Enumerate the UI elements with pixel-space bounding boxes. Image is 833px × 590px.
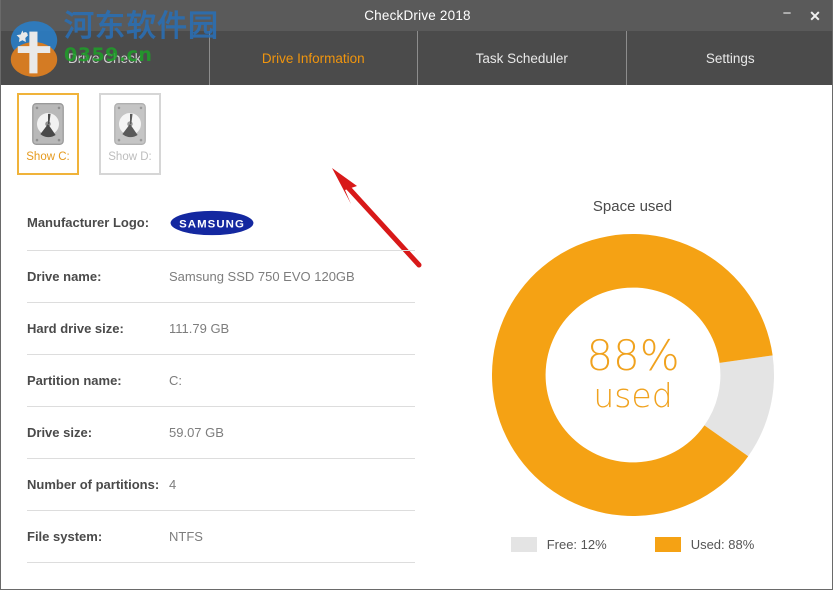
- space-used-chart-panel: Space used 88% used Free: 12% Used: 88%: [433, 85, 832, 589]
- donut-chart-svg: [488, 230, 778, 520]
- info-key: Partition name:: [27, 373, 169, 388]
- info-key: Drive size:: [27, 425, 169, 440]
- drive-button-d[interactable]: Show D:: [99, 93, 161, 175]
- info-value: 111.79 GB: [169, 321, 229, 336]
- tab-task-scheduler[interactable]: Task Scheduler: [418, 31, 627, 85]
- donut-chart: 88% used: [488, 230, 778, 520]
- legend-swatch: [655, 537, 681, 552]
- table-row: File system: NTFS: [27, 511, 415, 563]
- svg-text:SAMSUNG: SAMSUNG: [179, 218, 245, 230]
- legend-label: Used: 88%: [691, 537, 755, 552]
- table-row: Hard drive size: 111.79 GB: [27, 303, 415, 355]
- info-key: File system:: [27, 529, 169, 544]
- table-row: Manufacturer Logo: SAMSUNG: [27, 195, 415, 251]
- title-bar: CheckDrive 2018 − ✕: [1, 0, 833, 31]
- legend-item-used: Used: 88%: [655, 537, 755, 552]
- tab-drive-check[interactable]: Drive Check: [1, 31, 210, 85]
- info-key: Manufacturer Logo:: [27, 215, 169, 230]
- close-button[interactable]: ✕: [802, 4, 828, 28]
- minimize-button[interactable]: −: [774, 4, 800, 28]
- info-key: Drive name:: [27, 269, 169, 284]
- info-value: C:: [169, 373, 182, 388]
- hard-drive-icon: [31, 102, 65, 146]
- tab-bar: Drive Check Drive Information Task Sched…: [1, 31, 833, 85]
- tab-drive-information[interactable]: Drive Information: [210, 31, 419, 85]
- info-value: 4: [169, 477, 176, 492]
- tab-settings[interactable]: Settings: [627, 31, 833, 85]
- chart-title: Space used: [433, 198, 832, 215]
- legend-label: Free: 12%: [547, 537, 607, 552]
- info-value: Samsung SSD 750 EVO 120GB: [169, 269, 355, 284]
- legend-item-free: Free: 12%: [511, 537, 607, 552]
- info-value: 59.07 GB: [169, 425, 224, 440]
- info-key: Number of partitions:: [27, 477, 169, 492]
- drive-button-d-label: Show D:: [108, 151, 151, 163]
- drive-button-c-label: Show C:: [26, 151, 69, 163]
- table-row: Drive name: Samsung SSD 750 EVO 120GB: [27, 251, 415, 303]
- window-title: CheckDrive 2018: [364, 8, 471, 23]
- table-row: Partition name: C:: [27, 355, 415, 407]
- checkdrive-window: CheckDrive 2018 − ✕ Drive Check Drive In…: [0, 0, 833, 590]
- hard-drive-icon: [113, 102, 147, 146]
- info-key: Hard drive size:: [27, 321, 169, 336]
- legend-swatch: [511, 537, 537, 552]
- table-row: Number of partitions: 4: [27, 459, 415, 511]
- drive-button-c[interactable]: Show C:: [17, 93, 79, 175]
- chart-legend: Free: 12% Used: 88%: [433, 537, 832, 552]
- samsung-logo: SAMSUNG: [169, 208, 255, 238]
- drive-selector: Show C: Show D:: [17, 93, 161, 175]
- drive-info-table: Manufacturer Logo: SAMSUNG Drive name: S…: [27, 195, 415, 563]
- window-controls: − ✕: [774, 0, 828, 31]
- table-row: Drive size: 59.07 GB: [27, 407, 415, 459]
- info-value: NTFS: [169, 529, 203, 544]
- content-area: Show C: Show D:: [1, 85, 832, 589]
